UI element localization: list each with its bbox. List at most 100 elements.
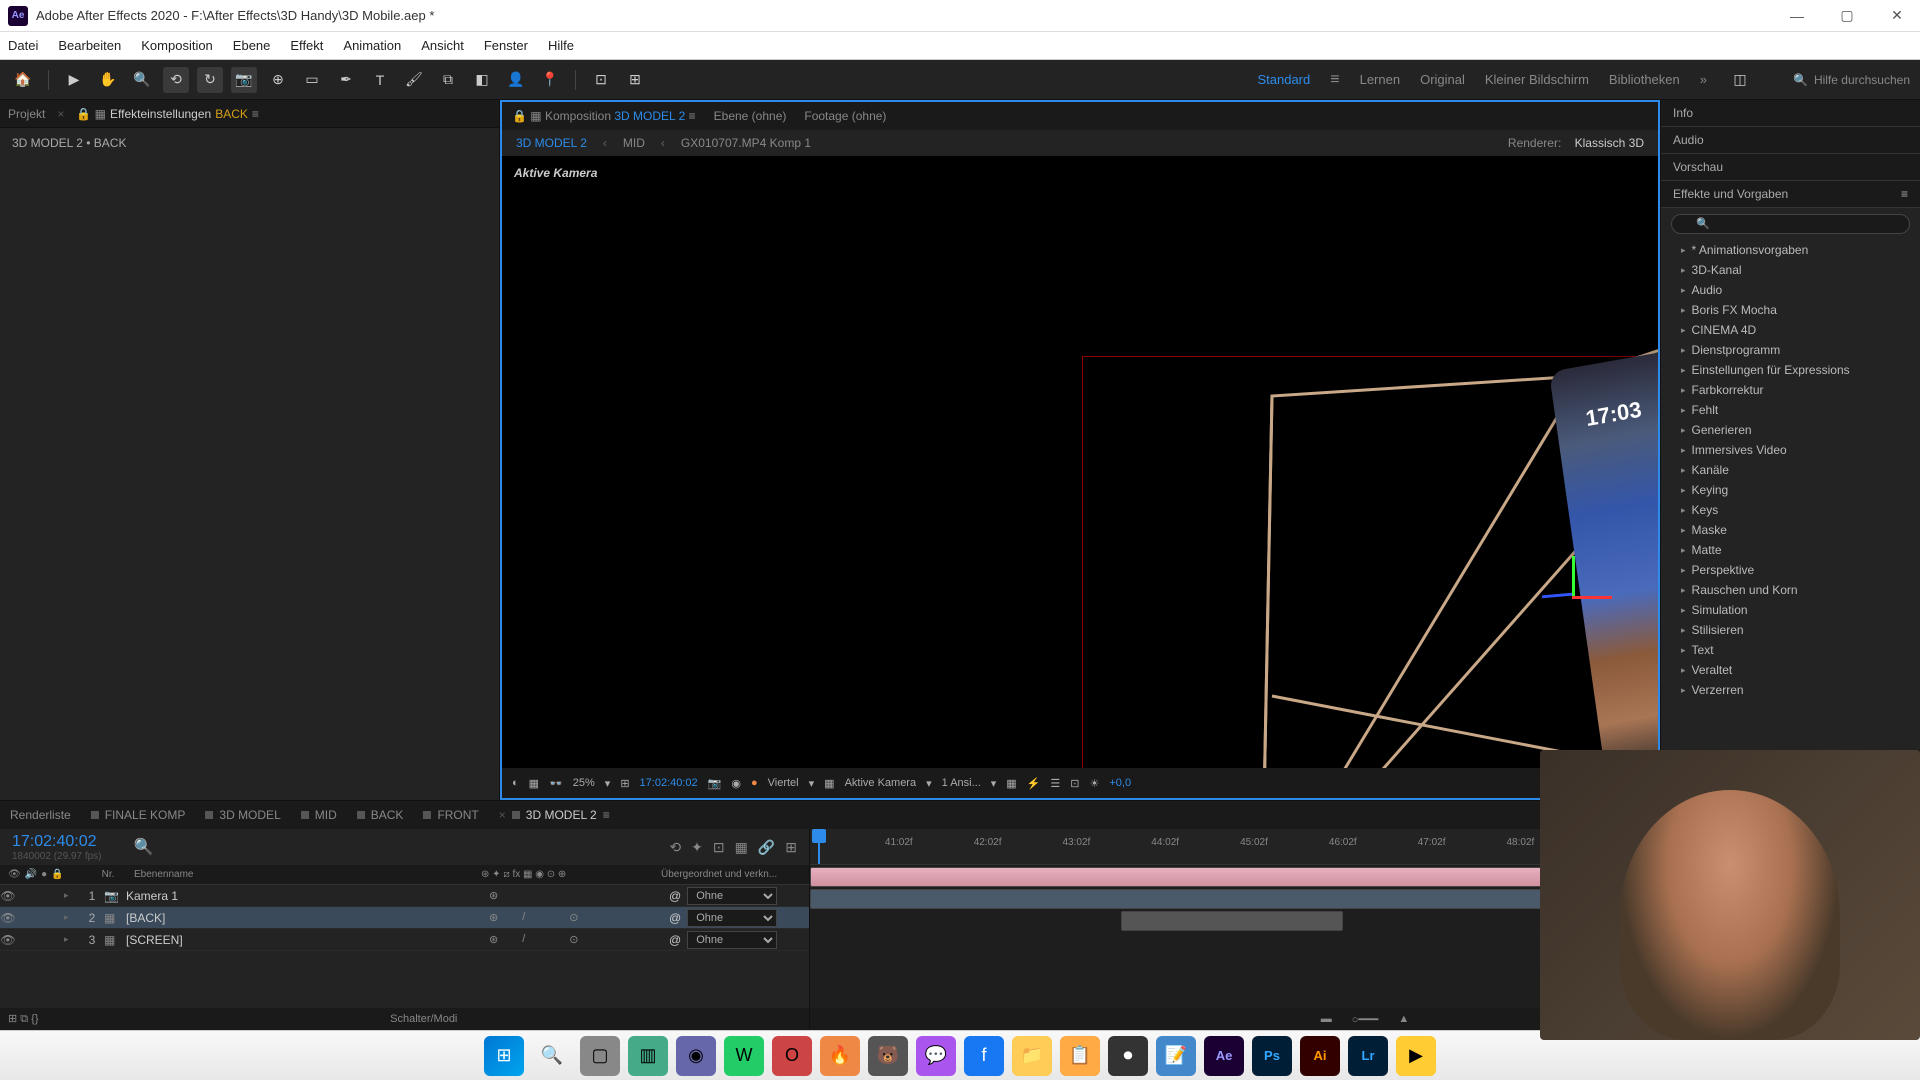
taskbar-app[interactable]: ▥ <box>628 1036 668 1076</box>
menu-datei[interactable]: Datei <box>8 38 38 53</box>
effect-category[interactable]: Keys <box>1661 500 1920 520</box>
taskbar-photoshop[interactable]: Ps <box>1252 1036 1292 1076</box>
layer-visibility[interactable]: 👁 <box>0 889 16 903</box>
layer-row-1[interactable]: 👁 ▸ 1 📷 Kamera 1 ⊛ @Ohne <box>0 885 809 907</box>
renderer-value[interactable]: Klassisch 3D <box>1575 136 1644 150</box>
tab-front[interactable]: FRONT <box>423 808 478 822</box>
layer-row-2[interactable]: 👁 ▸ 2 ▦ [BACK] ⊛/⊙ @Ohne <box>0 907 809 929</box>
layer-name[interactable]: Kamera 1 <box>122 889 489 903</box>
eye-column-icon[interactable]: 👁 <box>8 869 21 880</box>
effect-category[interactable]: Immersives Video <box>1661 440 1920 460</box>
effect-category[interactable]: Audio <box>1661 280 1920 300</box>
taskbar-explorer[interactable]: 📁 <box>1012 1036 1052 1076</box>
layer-expand[interactable]: ▸ <box>64 912 80 923</box>
pixel-aspect-icon[interactable]: ▦ <box>1006 777 1016 790</box>
effect-category[interactable]: Generieren <box>1661 420 1920 440</box>
zoom-slider[interactable]: ○━━━ <box>1352 1013 1379 1026</box>
minimize-button[interactable]: — <box>1782 6 1812 26</box>
help-search[interactable]: 🔍 Hilfe durchsuchen <box>1793 73 1910 87</box>
effect-category[interactable]: CINEMA 4D <box>1661 320 1920 340</box>
effect-category[interactable]: Text <box>1661 640 1920 660</box>
tab-back[interactable]: BACK <box>357 808 404 822</box>
taskbar-search[interactable]: 🔍 <box>532 1036 572 1076</box>
effect-category[interactable]: Perspektive <box>1661 560 1920 580</box>
layer-expand[interactable]: ▸ <box>64 934 80 945</box>
clone-tool[interactable]: ⧉ <box>435 67 461 93</box>
selection-tool[interactable]: ▶ <box>61 67 87 93</box>
pen-tool[interactable]: ✒ <box>333 67 359 93</box>
tab-renderlist[interactable]: Renderliste <box>10 808 71 822</box>
orbit-tool[interactable]: ⟲ <box>163 67 189 93</box>
exposure-icon[interactable]: ☀ <box>1090 777 1100 790</box>
menu-komposition[interactable]: Komposition <box>141 38 213 53</box>
maximize-button[interactable]: ▢ <box>1832 6 1862 26</box>
effect-category[interactable]: Keying <box>1661 480 1920 500</box>
breadcrumb-mid[interactable]: MID <box>623 136 645 150</box>
layer-name[interactable]: [BACK] <box>122 911 489 925</box>
parent-select[interactable]: Ohne <box>687 887 777 905</box>
taskbar-after-effects[interactable]: Ae <box>1204 1036 1244 1076</box>
effects-presets-panel[interactable]: Effekte und Vorgaben≡ <box>1661 181 1920 208</box>
taskbar-app[interactable]: ◉ <box>676 1036 716 1076</box>
playhead[interactable] <box>818 829 820 864</box>
pan-behind-tool[interactable]: ⊕ <box>265 67 291 93</box>
layer-name[interactable]: [SCREEN] <box>122 933 489 947</box>
snapshot-icon[interactable]: 📷 <box>708 777 722 790</box>
preview-panel[interactable]: Vorschau <box>1661 154 1920 181</box>
taskbar-whatsapp[interactable]: W <box>724 1036 764 1076</box>
pickwhip-icon[interactable]: @ <box>669 889 681 903</box>
alpha-icon[interactable]: ◐ <box>512 777 519 789</box>
footage-tab[interactable]: Footage (ohne) <box>804 109 886 123</box>
tab-project[interactable]: Projekt <box>8 107 45 121</box>
taskbar-app[interactable]: 🐻 <box>868 1036 908 1076</box>
timeline-search-icon[interactable]: 🔍 <box>134 837 154 857</box>
menu-ebene[interactable]: Ebene <box>233 38 271 53</box>
comp-tab[interactable]: 🔒 ▦ Komposition 3D MODEL 2 ≡ <box>512 109 696 123</box>
breadcrumb-current[interactable]: 3D MODEL 2 <box>516 136 587 150</box>
info-panel[interactable]: Info <box>1661 100 1920 127</box>
effect-category[interactable]: Kanäle <box>1661 460 1920 480</box>
track-bar-screen[interactable] <box>1121 911 1343 931</box>
zoom-level[interactable]: 25% <box>573 777 595 789</box>
camera-tool[interactable]: 📷 <box>231 67 257 93</box>
effects-search-input[interactable] <box>1671 214 1910 234</box>
layer-expand[interactable]: ▸ <box>64 890 80 901</box>
layer-visibility[interactable]: 👁 <box>0 911 16 925</box>
menu-hilfe[interactable]: Hilfe <box>548 38 574 53</box>
channel-icon[interactable]: ◉ <box>731 777 741 790</box>
menu-animation[interactable]: Animation <box>343 38 401 53</box>
tl-tool-3[interactable]: ⊡ <box>713 839 725 856</box>
effect-category[interactable]: * Animationsvorgaben <box>1661 240 1920 260</box>
tl-tool-1[interactable]: ⟲ <box>669 839 681 856</box>
audio-panel[interactable]: Audio <box>1661 127 1920 154</box>
workspace-bibliotheken[interactable]: Bibliotheken <box>1609 72 1680 87</box>
taskbar-messenger[interactable]: 💬 <box>916 1036 956 1076</box>
effect-category[interactable]: Fehlt <box>1661 400 1920 420</box>
layer-row-3[interactable]: 👁 ▸ 3 ▦ [SCREEN] ⊛/⊙ @Ohne <box>0 929 809 951</box>
viewport-timecode[interactable]: 17:02:40:02 <box>640 777 698 789</box>
timeline-footer[interactable]: ⊞ ⧉ {} Schalter/Modi <box>0 1008 809 1030</box>
task-view[interactable]: ▢ <box>580 1036 620 1076</box>
tl-tool-5[interactable]: 🔗 <box>758 839 775 856</box>
rotation-tool[interactable]: ↻ <box>197 67 223 93</box>
workspace-original[interactable]: Original <box>1420 72 1465 87</box>
rectangle-tool[interactable]: ▭ <box>299 67 325 93</box>
effect-category[interactable]: Veraltet <box>1661 660 1920 680</box>
effect-category[interactable]: Einstellungen für Expressions <box>1661 360 1920 380</box>
fast-preview-icon[interactable]: ⚡ <box>1027 777 1041 790</box>
color-icon[interactable]: ● <box>751 777 758 789</box>
tl-tool-4[interactable]: ▦ <box>735 839 748 856</box>
tab-finale-komp[interactable]: FINALE KOMP <box>91 808 186 822</box>
lock-column-icon[interactable]: 🔒 <box>51 869 63 880</box>
effect-category[interactable]: Dienstprogramm <box>1661 340 1920 360</box>
brush-tool[interactable]: 🖌 <box>401 67 427 93</box>
effect-category[interactable]: Stilisieren <box>1661 620 1920 640</box>
pickwhip-icon[interactable]: @ <box>669 911 681 925</box>
effect-category[interactable]: Boris FX Mocha <box>1661 300 1920 320</box>
quality-select[interactable]: Viertel <box>768 777 799 789</box>
taskbar-facebook[interactable]: f <box>964 1036 1004 1076</box>
snap-toggle[interactable]: ⊡ <box>588 67 614 93</box>
solo-column-icon[interactable]: ● <box>41 869 47 880</box>
mask-icon[interactable]: 👓 <box>549 777 563 790</box>
views-select[interactable]: 1 Ansi... <box>942 777 981 789</box>
